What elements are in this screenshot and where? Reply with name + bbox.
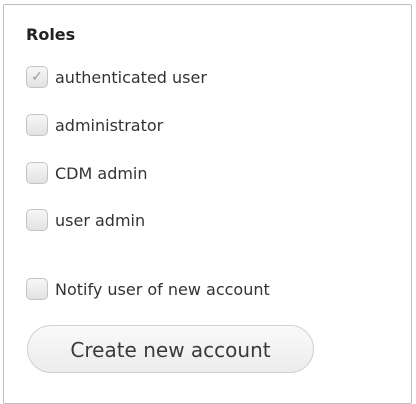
role-option-administrator[interactable]: administrator xyxy=(26,112,163,138)
role-label[interactable]: user admin xyxy=(55,211,145,230)
role-option-authenticated-user: ✓ authenticated user xyxy=(26,64,207,90)
notify-option[interactable]: Notify user of new account xyxy=(26,276,270,302)
checkbox-user-admin[interactable] xyxy=(26,209,48,231)
role-label[interactable]: administrator xyxy=(55,116,163,135)
create-account-button[interactable]: Create new account xyxy=(27,325,314,373)
notify-label[interactable]: Notify user of new account xyxy=(55,280,270,299)
role-option-cdm-admin[interactable]: CDM admin xyxy=(26,160,148,186)
form-panel: Roles ✓ authenticated user administrator… xyxy=(3,4,412,404)
checkbox-authenticated-user: ✓ xyxy=(26,66,48,88)
roles-heading: Roles xyxy=(26,25,76,44)
checkbox-notify-user[interactable] xyxy=(26,278,48,300)
role-label: authenticated user xyxy=(55,67,207,87)
checkbox-administrator[interactable] xyxy=(26,114,48,136)
role-label[interactable]: CDM admin xyxy=(55,164,148,183)
checkbox-cdm-admin[interactable] xyxy=(26,162,48,184)
checkmark-icon: ✓ xyxy=(31,69,43,85)
role-option-user-admin[interactable]: user admin xyxy=(26,207,145,233)
